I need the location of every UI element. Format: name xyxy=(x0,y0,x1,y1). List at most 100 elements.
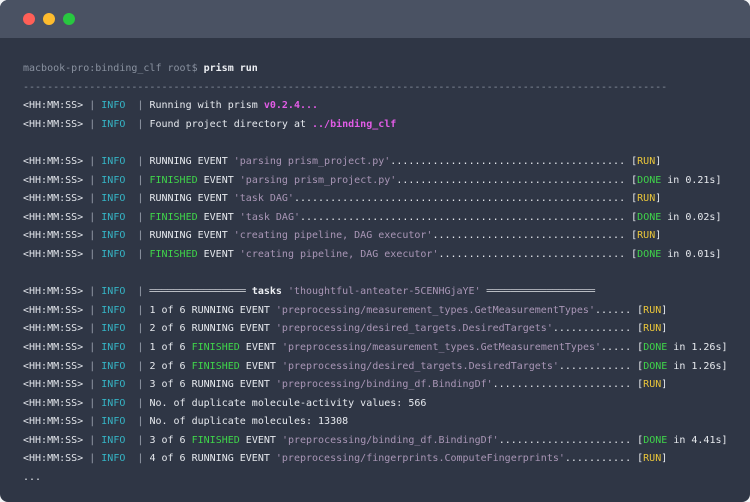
line-segment-txt: ....................... xyxy=(492,379,638,391)
line-segment-pipe: | xyxy=(131,341,150,353)
line-segment-info: INFO xyxy=(101,360,132,372)
line-segment-txt: ] xyxy=(655,230,662,242)
line-segment-txt: ............ xyxy=(558,360,638,372)
line-segment-yel: RUN xyxy=(643,379,662,391)
line-segment-txt: Found project directory at xyxy=(149,118,313,130)
line-segment-txt: ........................................… xyxy=(300,211,632,223)
terminal-line: macbook-pro:binding_clf root$ prism run xyxy=(23,60,750,79)
line-segment-str: 'preprocessing/binding_df.BindingDf' xyxy=(281,434,499,446)
line-segment-txt: 3 of 6 RUNNING EVENT xyxy=(149,379,276,391)
line-segment-ts: <HH:MM:SS> xyxy=(23,304,84,316)
line-segment-ts: <HH:MM:SS> xyxy=(23,397,84,409)
line-segment-pipe: | xyxy=(131,453,150,465)
line-segment-pipe: | xyxy=(83,434,102,446)
line-segment-pipe: | xyxy=(83,304,102,316)
line-segment-dim: macbook-pro:binding_clf root$ xyxy=(23,63,204,74)
line-segment-txt: 2 of 6 RUNNING EVENT xyxy=(149,323,276,335)
line-segment-txt: 3 of 6 xyxy=(149,434,192,446)
line-segment-grn: FINISHED xyxy=(149,248,198,260)
line-segment-txt: 1 of 6 xyxy=(149,341,192,353)
terminal-line: <HH:MM:SS> | INFO | RUNNING EVENT 'creat… xyxy=(23,227,750,246)
line-segment-info: INFO xyxy=(101,323,132,335)
line-segment-pipe: | xyxy=(83,453,102,465)
terminal-line: <HH:MM:SS> | INFO | Running with prism v… xyxy=(23,97,750,116)
line-segment-txt: EVENT xyxy=(197,211,240,223)
line-segment-pipe: | xyxy=(83,341,102,353)
line-segment-str: 'task DAG' xyxy=(233,193,294,205)
line-segment-pipe: | xyxy=(131,323,150,335)
line-segment-info: INFO xyxy=(101,193,132,205)
line-segment-ts: <HH:MM:SS> xyxy=(23,323,84,335)
line-segment-ts: <HH:MM:SS> xyxy=(23,341,84,353)
line-segment-info: INFO xyxy=(101,100,132,112)
line-segment-info: INFO xyxy=(101,304,132,316)
line-segment-ts: <HH:MM:SS> xyxy=(23,230,84,242)
line-segment-info: INFO xyxy=(101,379,132,391)
line-segment-txt: ...... xyxy=(594,304,638,316)
line-segment-txt: ............................... xyxy=(438,248,632,260)
terminal-line: <HH:MM:SS> | INFO | 1 of 6 RUNNING EVENT… xyxy=(23,302,750,321)
line-segment-ts: <HH:MM:SS> xyxy=(23,360,84,372)
line-segment-info: INFO xyxy=(101,248,132,260)
line-segment-pipe: | xyxy=(131,434,150,446)
line-segment-pipe: | xyxy=(83,230,102,242)
line-segment-txt: ........................................… xyxy=(293,193,632,205)
line-segment-pipe: | xyxy=(131,155,150,167)
line-segment-txt: ] xyxy=(661,304,668,316)
line-segment-str: 'preprocessing/measurement_types.GetMeas… xyxy=(275,304,595,316)
line-segment-grn: DONE xyxy=(643,360,668,372)
line-segment-ts: <HH:MM:SS> xyxy=(23,248,84,260)
line-segment-str: 'preprocessing/desired_targets.DesiredTa… xyxy=(275,323,553,335)
line-segment-txt: ] xyxy=(661,453,668,465)
line-segment-txt: ...................... xyxy=(498,434,638,446)
line-segment-yel: RUN xyxy=(637,230,656,242)
line-segment-str: 'thoughtful-anteater-5CENHGjaYE' xyxy=(287,286,481,298)
line-segment-ts: <HH:MM:SS> xyxy=(23,211,84,223)
line-segment-txt: RUNNING EVENT xyxy=(149,155,234,167)
line-segment-ts: <HH:MM:SS> xyxy=(23,193,84,205)
line-segment-rule: ════════════════ xyxy=(149,286,252,298)
line-segment-mag: ../binding_clf xyxy=(312,118,397,130)
line-segment-txt: RUNNING EVENT xyxy=(149,230,234,242)
line-segment-grn: FINISHED xyxy=(191,360,240,372)
terminal-output[interactable]: macbook-pro:binding_clf root$ prism run -… xyxy=(23,60,750,488)
terminal-line: <HH:MM:SS> | INFO | RUNNING EVENT 'parsi… xyxy=(23,153,750,172)
line-segment-txt: in 1.26s] xyxy=(667,360,728,372)
line-segment-txt: in 4.41s] xyxy=(667,434,728,446)
line-segment-txt: ...................................... xyxy=(396,174,632,186)
line-segment-str: 'creating pipeline, DAG executor' xyxy=(239,248,439,260)
terminal-line: <HH:MM:SS> | INFO | 4 of 6 RUNNING EVENT… xyxy=(23,450,750,469)
line-segment-rule: ══════════════════ xyxy=(480,286,595,298)
line-segment-ts: <HH:MM:SS> xyxy=(23,286,84,298)
line-segment-pipe: | xyxy=(83,248,102,260)
line-segment-str: 'task DAG' xyxy=(239,211,300,223)
close-button[interactable] xyxy=(23,13,35,25)
line-segment-str: 'preprocessing/measurement_types.GetMeas… xyxy=(281,341,602,353)
line-segment-pipe: | xyxy=(131,248,150,260)
line-segment-pipe: | xyxy=(131,379,150,391)
maximize-button[interactable] xyxy=(63,13,75,25)
terminal-line: <HH:MM:SS> | INFO | 2 of 6 FINISHED EVEN… xyxy=(23,358,750,377)
line-segment-ts: <HH:MM:SS> xyxy=(23,453,84,465)
line-segment-mag: v0.2.4... xyxy=(263,100,319,112)
line-segment-txt: in 0.02s] xyxy=(661,211,722,223)
line-segment-pipe: | xyxy=(83,416,102,428)
minimize-button[interactable] xyxy=(43,13,55,25)
line-segment-pipe: | xyxy=(83,118,102,130)
terminal-line: ----------------------------------------… xyxy=(23,79,750,98)
line-segment-yel: RUN xyxy=(637,193,656,205)
line-segment-ts: <HH:MM:SS> xyxy=(23,416,84,428)
line-segment-txt: ..... xyxy=(601,341,638,353)
line-segment-info: INFO xyxy=(101,230,132,242)
line-segment-pipe: | xyxy=(83,211,102,223)
line-segment-txt: in 0.21s] xyxy=(661,174,722,186)
line-segment-info: INFO xyxy=(101,397,132,409)
line-segment-txt: ............. xyxy=(552,323,638,335)
terminal-line: <HH:MM:SS> | INFO | 3 of 6 FINISHED EVEN… xyxy=(23,432,750,451)
line-segment-txt: No. of duplicate molecule-activity value… xyxy=(149,397,427,409)
title-bar xyxy=(0,0,750,38)
terminal-line: <HH:MM:SS> | INFO | FINISHED EVENT 'pars… xyxy=(23,172,750,191)
line-segment-ts: <HH:MM:SS> xyxy=(23,118,84,130)
